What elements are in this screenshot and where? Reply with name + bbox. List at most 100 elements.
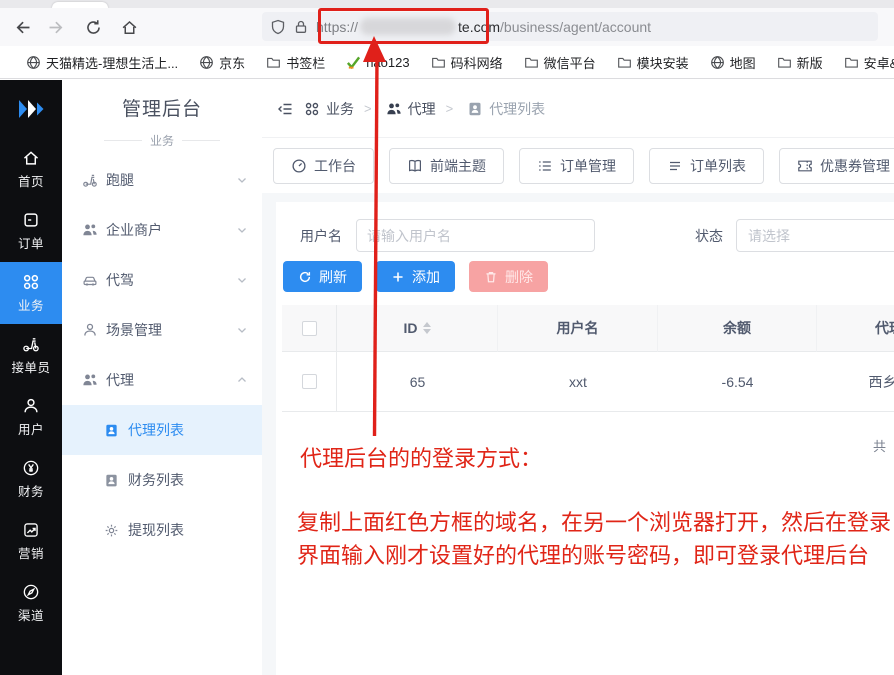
list-lines-icon	[667, 158, 683, 174]
tab-order-manage[interactable]: 订单管理	[519, 148, 634, 184]
bookmark-folder-shuqianlan[interactable]: 书签栏	[266, 53, 325, 72]
bookmark-ditu[interactable]: 地图	[710, 53, 756, 72]
sidebar-subitem-finance-list[interactable]: 财务列表	[62, 455, 262, 505]
sidebar-subitem-agent-list[interactable]: 代理列表	[62, 405, 262, 455]
bookmark-folder-mokuai[interactable]: 模块安装	[617, 53, 689, 72]
errand-icon	[82, 172, 98, 188]
reload-icon[interactable]	[78, 12, 108, 42]
collapse-sidebar-icon[interactable]	[270, 94, 300, 124]
plus-icon	[391, 270, 405, 284]
globe-icon	[710, 55, 725, 70]
gear-icon	[104, 523, 119, 538]
breadcrumb: 业务 > 代理 > 代理列表	[262, 80, 894, 138]
sidebar-item-agents[interactable]: 代理	[62, 355, 262, 405]
row-checkbox[interactable]	[302, 374, 317, 389]
bookmark-tianmao[interactable]: 天猫精选-理想生活上...	[26, 53, 178, 72]
url-path: /business/agent/account	[500, 19, 651, 35]
url-redacted-blur	[360, 18, 456, 35]
apps-grid-icon	[22, 273, 40, 291]
dashboard-icon	[291, 158, 307, 174]
rail-item-finance[interactable]: 财务	[0, 448, 62, 510]
delete-button[interactable]: 删除	[469, 261, 548, 292]
book-icon	[407, 158, 423, 174]
status-select[interactable]: 请选择	[736, 219, 894, 252]
badge-icon	[104, 423, 119, 438]
sidebar-menu: 跑腿 企业商户 代驾 场景管理 代理	[62, 155, 262, 555]
url-domain: te.com	[458, 19, 500, 35]
chevron-down-icon	[236, 224, 248, 236]
home-icon[interactable]	[114, 12, 144, 42]
breadcrumb-agent-list: 代理列表	[467, 99, 545, 119]
bookmark-folder-anzhuo[interactable]: 安卓&IOS上架	[844, 53, 894, 72]
forward-icon[interactable]	[42, 12, 72, 42]
bookmark-folder-weixin[interactable]: 微信平台	[524, 53, 596, 72]
refresh-button[interactable]: 刷新	[283, 261, 362, 292]
app-logo-icon[interactable]	[0, 80, 62, 138]
url-text: https://te.com/business/agent/account	[316, 18, 651, 35]
breadcrumb-separator: >	[446, 101, 454, 116]
agents-icon	[82, 372, 98, 388]
username-label: 用户名	[300, 226, 342, 246]
tab-order-list[interactable]: 订单列表	[649, 148, 764, 184]
cell-id: 65	[337, 352, 498, 412]
tab-coupon-manage[interactable]: 优惠券管理	[779, 148, 894, 184]
folder-icon	[617, 55, 632, 70]
sidebar-item-errand[interactable]: 跑腿	[62, 155, 262, 205]
admin-title: 管理后台	[62, 94, 262, 121]
rider-icon	[22, 335, 40, 353]
rail-item-business[interactable]: 业务	[0, 262, 62, 324]
chevron-down-icon	[236, 174, 248, 186]
breadcrumb-agents[interactable]: 代理	[386, 99, 436, 119]
sidebar: 管理后台 业务 跑腿 企业商户 代驾 场景管理	[62, 80, 262, 675]
select-all-checkbox[interactable]	[302, 321, 317, 336]
sidebar-section-label: 业务	[62, 131, 262, 149]
bookmark-hao123[interactable]: hao123	[346, 55, 409, 70]
sidebar-item-scene[interactable]: 场景管理	[62, 305, 262, 355]
bookmarks-bar: 天猫精选-理想生活上... 京东 书签栏 hao123 码科网络 微信平台 模块…	[0, 46, 894, 79]
rail-item-orders[interactable]: 订单	[0, 200, 62, 262]
folder-icon	[844, 55, 859, 70]
bookmark-folder-make[interactable]: 码科网络	[431, 53, 503, 72]
marketing-icon	[22, 521, 40, 539]
cell-balance: -6.54	[658, 352, 817, 412]
refresh-icon	[298, 270, 312, 284]
tab-frontend-theme[interactable]: 前端主题	[389, 148, 504, 184]
browser-toolbar: https://te.com/business/agent/account	[0, 8, 894, 46]
column-id[interactable]: ID	[337, 305, 498, 352]
browser-tabstrip	[0, 0, 894, 8]
car-icon	[82, 272, 98, 288]
column-balance: 余额	[658, 305, 817, 352]
merchants-icon	[82, 222, 98, 238]
ticket-icon	[797, 158, 813, 174]
rail-item-channel[interactable]: 渠道	[0, 572, 62, 634]
chevron-up-icon	[236, 374, 248, 386]
apps-grid-icon	[304, 101, 320, 117]
rail-item-riders[interactable]: 接单员	[0, 324, 62, 386]
cell-username: xxt	[498, 352, 658, 412]
add-button[interactable]: 添加	[376, 261, 455, 292]
rail-item-marketing[interactable]: 营销	[0, 510, 62, 572]
bookmark-folder-xinban[interactable]: 新版	[777, 53, 823, 72]
shield-icon	[270, 19, 286, 35]
table-row: 65 xxt -6.54 西乡塘	[282, 352, 894, 412]
quick-tabs: 工作台 前端主题 订单管理 订单列表 优惠券管理	[262, 138, 894, 193]
rail-item-users[interactable]: 用户	[0, 386, 62, 448]
sort-icon[interactable]	[423, 322, 431, 334]
breadcrumb-business[interactable]: 业务	[304, 99, 354, 119]
channel-icon	[22, 583, 40, 601]
url-bar[interactable]: https://te.com/business/agent/account	[262, 12, 878, 41]
username-input[interactable]	[356, 219, 595, 252]
list-bullets-icon	[537, 158, 553, 174]
badge-icon	[467, 101, 483, 117]
bookmark-jd[interactable]: 京东	[199, 53, 245, 72]
content-card: 用户名 状态 请选择 刷新 添加 删除	[276, 202, 894, 675]
back-icon[interactable]	[6, 12, 36, 42]
home-icon	[22, 149, 40, 167]
sidebar-subitem-withdraw-list[interactable]: 提现列表	[62, 505, 262, 555]
sidebar-item-driving[interactable]: 代驾	[62, 255, 262, 305]
order-icon	[22, 211, 40, 229]
tab-workbench[interactable]: 工作台	[273, 148, 374, 184]
sidebar-item-merchants[interactable]: 企业商户	[62, 205, 262, 255]
rail-item-home[interactable]: 首页	[0, 138, 62, 200]
filter-row: 用户名 状态 请选择	[292, 219, 894, 252]
